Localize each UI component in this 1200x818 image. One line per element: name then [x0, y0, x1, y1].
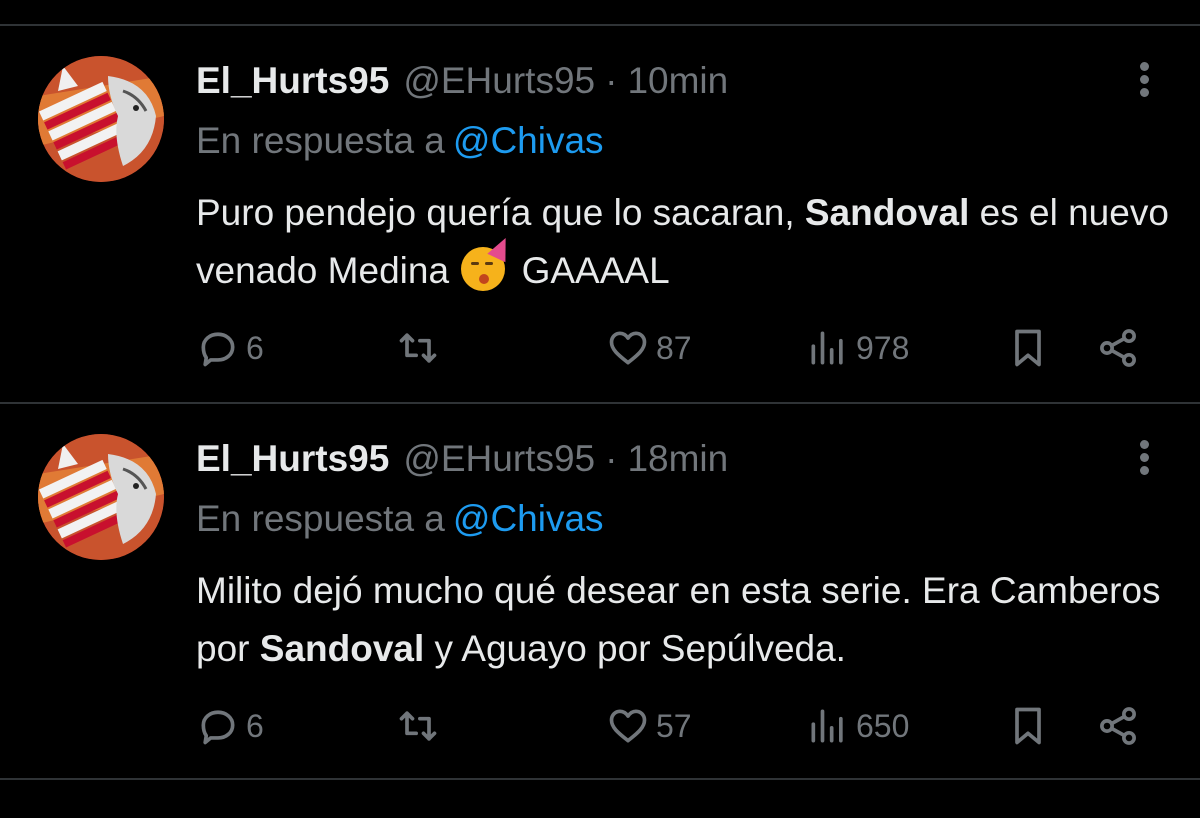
timestamp[interactable]: 18min [627, 438, 728, 480]
tweet-actions: 6 87 978 [196, 318, 1156, 378]
like-button[interactable]: 57 [606, 696, 692, 756]
reply-prefix: En respuesta a [196, 498, 445, 539]
views-icon [811, 709, 843, 743]
bookmark-button[interactable] [1006, 318, 1050, 378]
user-handle[interactable]: @EHurts95 [403, 438, 595, 480]
tweet-text: Puro pendejo quería que lo sacaran, Sand… [196, 184, 1176, 300]
reply-mention-link[interactable]: @Chivas [453, 498, 604, 539]
reply-mention-link[interactable]: @Chivas [453, 120, 604, 161]
timeline: El_Hurts95 @EHurts95 · 10min En respuest… [0, 0, 1200, 818]
display-name[interactable]: El_Hurts95 [196, 438, 389, 480]
tweet[interactable]: El_Hurts95 @EHurts95 · 10min En respuest… [0, 0, 1200, 400]
share-icon [1100, 329, 1136, 367]
reply-button[interactable]: 6 [196, 696, 264, 756]
retweet-button[interactable] [396, 318, 440, 378]
tweet-divider [0, 778, 1200, 780]
avatar[interactable] [38, 56, 164, 182]
share-button[interactable] [1096, 696, 1140, 756]
retweet-icon [399, 333, 437, 363]
avatar[interactable] [38, 434, 164, 560]
retweet-button[interactable] [396, 696, 440, 756]
bookmark-button[interactable] [1006, 696, 1050, 756]
reply-count: 6 [246, 329, 264, 366]
retweet-icon [399, 711, 437, 741]
like-count: 87 [656, 329, 692, 366]
tweet-text-bold: Sandoval [259, 628, 425, 669]
like-button[interactable]: 87 [606, 318, 692, 378]
views-icon [811, 331, 843, 365]
reply-prefix: En respuesta a [196, 120, 445, 161]
tweet-text-part: y Aguayo por Sepúlveda. [424, 628, 846, 669]
bookmark-icon [1015, 707, 1041, 745]
share-icon [1100, 707, 1136, 745]
tweet-text-bold: Sandoval [804, 192, 970, 233]
partying-face-emoji-icon [461, 233, 516, 291]
tweet-text-part: Puro pendejo quería que lo sacaran, [196, 192, 805, 233]
user-handle[interactable]: @EHurts95 [403, 60, 595, 102]
more-options-icon[interactable] [1136, 62, 1152, 102]
reply-icon [201, 332, 235, 367]
separator: · [605, 60, 618, 101]
share-button[interactable] [1096, 318, 1140, 378]
view-count: 650 [856, 707, 910, 744]
bookmark-icon [1015, 329, 1041, 367]
reply-button[interactable]: 6 [196, 318, 264, 378]
display-name[interactable]: El_Hurts95 [196, 60, 389, 102]
reply-count: 6 [246, 707, 264, 744]
tweet-text-part: GAAAAL [511, 250, 670, 291]
heart-icon [609, 331, 647, 365]
reply-context: En respuesta a @Chivas [196, 120, 604, 162]
tweet-text: Milito dejó mucho qué desear en esta ser… [196, 562, 1176, 678]
views-button[interactable]: 650 [806, 696, 909, 756]
separator: · [605, 438, 618, 479]
reply-icon [201, 710, 235, 745]
more-options-icon[interactable] [1136, 440, 1152, 480]
views-button[interactable]: 978 [806, 318, 909, 378]
reply-context: En respuesta a @Chivas [196, 498, 604, 540]
tweet-actions: 6 57 650 [196, 696, 1156, 756]
heart-icon [609, 709, 647, 743]
tweet-header: El_Hurts95 @EHurts95 · 18min [196, 434, 728, 484]
like-count: 57 [656, 707, 692, 744]
view-count: 978 [856, 329, 910, 366]
timestamp[interactable]: 10min [627, 60, 728, 102]
tweet-header: El_Hurts95 @EHurts95 · 10min [196, 56, 728, 106]
tweet[interactable]: El_Hurts95 @EHurts95 · 18min En respuest… [0, 378, 1200, 778]
